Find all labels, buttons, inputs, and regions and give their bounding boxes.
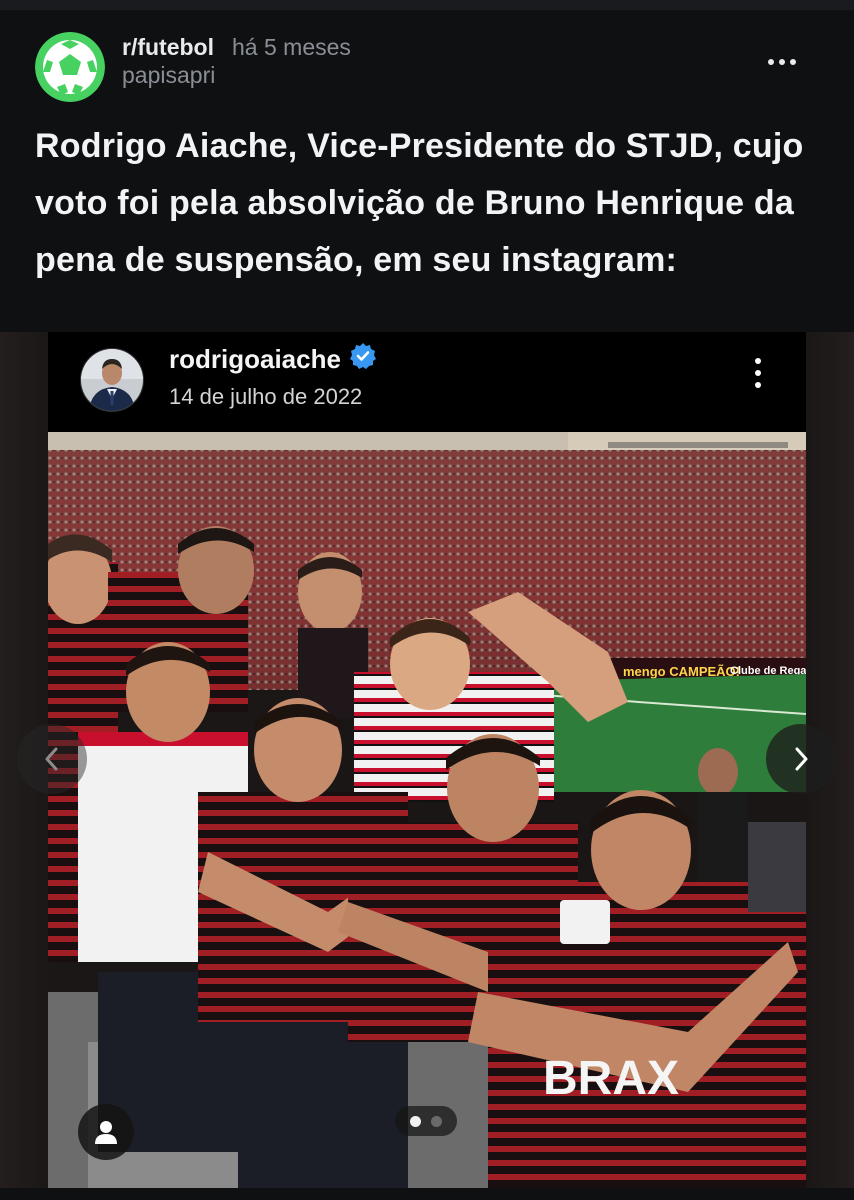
subreddit-name[interactable]: r/futebol [122,34,214,61]
post-title[interactable]: Rodrigo Aiache, Vice-Presidente do STJD,… [35,118,815,289]
instagram-username-row: rodrigoaiache [169,342,377,377]
post-header: r/futebol há 5 meses papisapri Rodrigo A… [0,10,854,332]
top-divider [0,0,854,10]
carousel-prev-button[interactable] [17,724,87,794]
user-tag-button[interactable] [78,1104,134,1160]
subreddit-avatar-soccer-ball-icon[interactable] [35,32,105,102]
carousel-next-button[interactable] [766,724,836,794]
person-icon [95,1121,117,1144]
bottom-divider [0,1188,854,1200]
post-author[interactable]: papisapri [122,62,215,89]
jersey-text: BRAX [543,1052,679,1105]
instagram-header: rodrigoaiache 14 de julho de 2022 [48,332,806,432]
chevron-left-icon [45,747,58,771]
chevron-right-icon [795,747,808,771]
more-horizontal-icon[interactable] [762,50,802,74]
post-photo: mengo CAMPEÃO! Clube de Regatas [48,432,806,1188]
more-vertical-icon[interactable] [748,358,768,398]
instagram-date: 14 de julho de 2022 [169,384,363,409]
post-meta: r/futebol há 5 meses [122,34,351,61]
verified-badge-icon [349,342,377,377]
carousel-dot-1[interactable] [410,1115,421,1127]
carousel-indicator [395,1106,457,1136]
instagram-username[interactable]: rodrigoaiache [169,344,341,375]
instagram-avatar [80,348,144,412]
carousel-dot-2[interactable] [431,1115,442,1127]
post-time: há 5 meses [232,34,351,60]
post-media[interactable]: rodrigoaiache 14 de julho de 2022 mengo … [0,332,854,1188]
